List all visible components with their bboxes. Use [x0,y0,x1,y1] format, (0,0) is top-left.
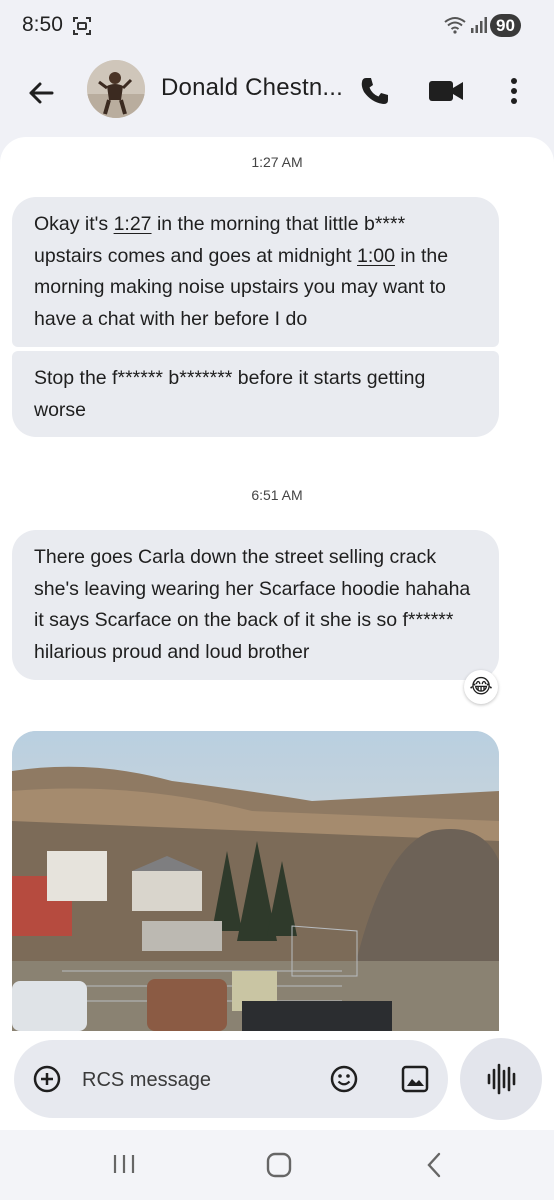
phone-icon[interactable] [358,74,392,108]
screenshot-icon [73,17,91,35]
message-text: Stop the f****** b******* before it star… [34,367,426,421]
arrow-back-icon[interactable] [22,74,60,112]
voice-message-button[interactable] [460,1038,542,1120]
battery-level: 90 [490,14,521,37]
home-icon[interactable] [266,1152,292,1178]
timestamp: 6:51 AM [251,487,303,503]
timestamp: 1:27 AM [251,154,303,170]
avatar-image [87,60,145,118]
time-link[interactable]: 1:27 [114,213,152,235]
status-time: 8:50 [22,13,63,36]
conversation-header: Donald Chestn... [0,52,554,134]
reaction-laughing-emoji[interactable]: 😂 [464,670,498,704]
waveform-icon [487,1063,516,1095]
contact-name[interactable]: Donald Chestn... [161,74,343,102]
compose-bar [14,1040,448,1118]
more-vertical-icon[interactable] [500,74,528,108]
image-attachment[interactable] [12,731,499,1031]
recent-apps-icon[interactable] [112,1152,136,1176]
nav-back-icon[interactable] [424,1152,444,1178]
system-navigation-bar [0,1130,554,1200]
message-bubble[interactable]: Stop the f****** b******* before it star… [12,351,499,437]
add-circle-icon[interactable] [32,1064,62,1094]
avatar[interactable] [87,60,145,118]
gallery-icon[interactable] [400,1064,430,1094]
emoji-icon[interactable] [329,1064,359,1094]
message-input[interactable] [80,1062,304,1098]
message-bubble[interactable]: There goes Carla down the street selling… [12,530,499,680]
photo-landscape [12,731,499,1031]
signal-icon [471,17,487,33]
message-text: Okay it's [34,213,114,235]
time-link[interactable]: 1:00 [357,245,395,267]
status-bar: 8:50 90 [0,0,554,52]
video-camera-icon[interactable] [426,74,466,108]
message-text: There goes Carla down the street selling… [34,546,471,663]
wifi-icon [444,17,466,34]
message-bubble[interactable]: Okay it's 1:27 in the morning that littl… [12,197,499,347]
